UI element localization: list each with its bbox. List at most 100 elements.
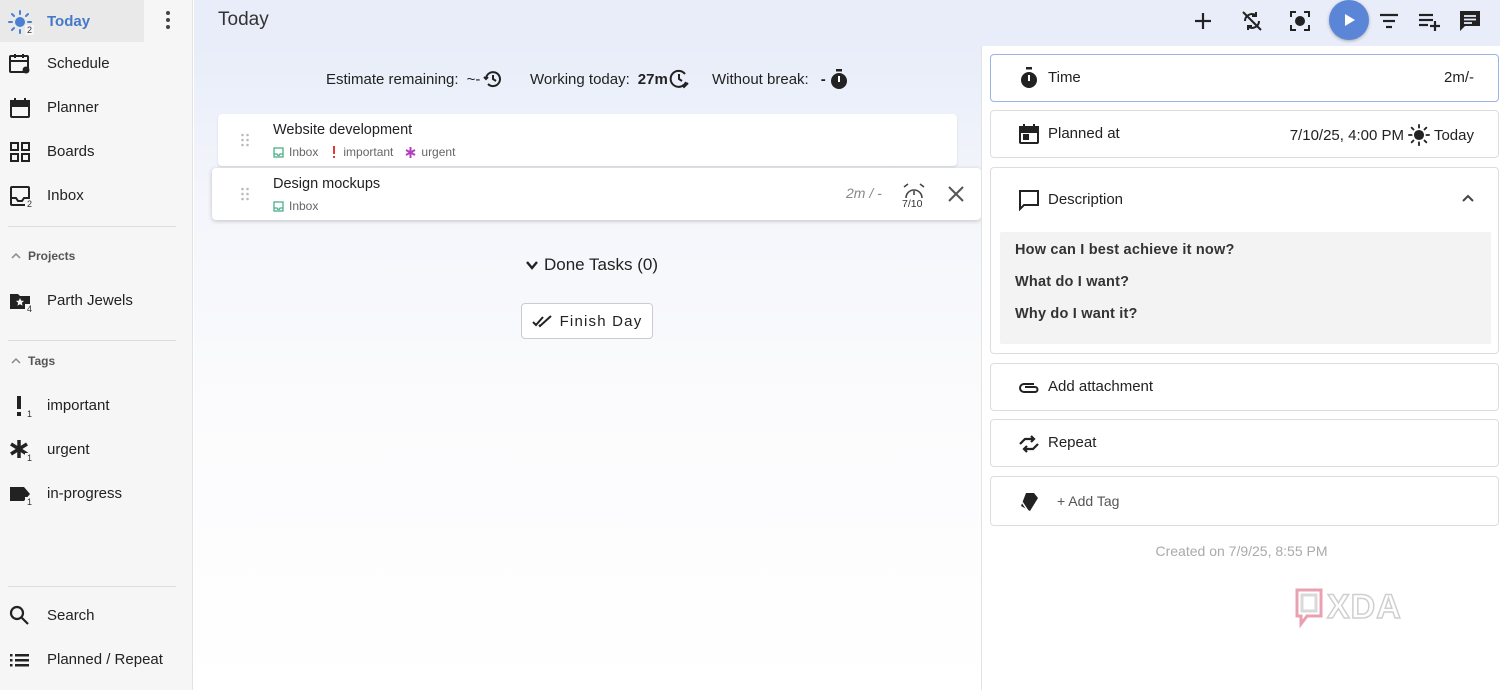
task-meta: Inbox important urgent [273, 145, 455, 159]
task-detail-panel: Time 2m/- Planned at 7/10/25, 4:00 PM To… [981, 46, 1500, 690]
sidebar-item-boards[interactable]: Boards [0, 130, 176, 172]
tags-heading[interactable]: Tags [10, 354, 55, 368]
stats-bar: Estimate remaining: ~- Working today: 27… [194, 68, 981, 92]
sidebar-item-label: urgent [47, 440, 90, 458]
history-icon [482, 68, 504, 90]
sidebar-item-planned-repeat[interactable]: Planned / Repeat [0, 638, 176, 680]
sidebar-item-tag-urgent[interactable]: 1 urgent [0, 428, 176, 470]
sidebar: 2 Today Schedule Planner Boards 2 Inbox … [0, 0, 193, 690]
task-row-website-development[interactable]: Website development Inbox important urge… [218, 114, 957, 166]
sidebar-item-tag-important[interactable]: 1 important [0, 384, 176, 426]
sidebar-item-label: Planned / Repeat [47, 650, 163, 668]
repeat-card[interactable]: Repeat [990, 419, 1499, 467]
description-label: Description [1048, 191, 1124, 208]
due-date-button[interactable]: 7/10 [901, 182, 927, 212]
sync-disabled-icon[interactable] [1239, 8, 1265, 34]
chevron-up-icon [10, 250, 22, 262]
divider [8, 586, 176, 587]
stat-label: Estimate remaining: [326, 70, 459, 88]
time-estimate[interactable]: 2m / - [846, 185, 882, 201]
sidebar-item-inbox[interactable]: 2 Inbox [0, 174, 176, 216]
play-icon [1340, 11, 1358, 29]
stat-value: 27m [637, 70, 668, 88]
stat-value: ~- [466, 70, 481, 88]
count-badge: 4 [25, 304, 35, 314]
stat-label: Working today: [530, 70, 630, 88]
tag-name: urgent [421, 145, 456, 159]
sidebar-item-planner[interactable]: Planner [0, 86, 176, 128]
task-list-area: Estimate remaining: ~- Working today: 27… [194, 46, 981, 690]
tag-chip-important[interactable]: important [330, 145, 393, 159]
sidebar-item-today[interactable]: 2 Today [0, 0, 144, 42]
sidebar-item-parth-jewels[interactable]: 4 Parth Jewels [0, 279, 176, 321]
repeat-icon [1017, 432, 1041, 456]
sidebar-item-label: important [47, 396, 110, 414]
exclamation-icon [330, 146, 338, 158]
drag-handle-icon[interactable] [240, 186, 250, 202]
done-tasks-toggle[interactable]: Done Tasks (0) [524, 255, 658, 275]
task-row-design-mockups[interactable]: Design mockups Inbox 2m / - 7/10 [212, 168, 981, 220]
search-icon [8, 604, 32, 628]
count-badge: 2 [25, 199, 35, 209]
play-button[interactable] [1329, 0, 1369, 40]
count-badge: 1 [25, 497, 35, 507]
chevron-up-icon[interactable] [1460, 190, 1476, 206]
sidebar-item-label: Boards [47, 142, 95, 160]
planned-at-label: Planned at [1048, 125, 1120, 142]
drag-handle-icon[interactable] [240, 132, 250, 148]
tag-chip-urgent[interactable]: urgent [405, 145, 455, 159]
finish-day-button[interactable]: Finish Day [521, 303, 653, 339]
time-value: 2m/- [1444, 69, 1474, 86]
add-tag-card[interactable]: + Add Tag [990, 476, 1499, 526]
section-label: Tags [28, 354, 56, 368]
top-bar: Today [194, 0, 1500, 46]
add-attachment-card[interactable]: Add attachment [990, 363, 1499, 411]
inbox-icon [273, 146, 284, 158]
attachment-icon [1017, 376, 1041, 400]
watermark-logo: XDA [1293, 584, 1443, 630]
more-vert-icon[interactable] [156, 8, 180, 32]
focus-icon[interactable] [1287, 8, 1313, 34]
description-card[interactable]: Description How can I best achieve it no… [990, 167, 1499, 354]
playlist-add-icon[interactable] [1416, 8, 1442, 34]
project-chip[interactable]: Inbox [273, 199, 318, 213]
project-chip[interactable]: Inbox [273, 145, 318, 159]
task-title[interactable]: Design mockups [273, 176, 380, 192]
planned-today-label: Today [1433, 126, 1474, 144]
sidebar-item-label: Parth Jewels [47, 291, 133, 309]
time-label: Time [1048, 69, 1081, 86]
project-name: Inbox [289, 199, 319, 213]
list-icon [8, 648, 32, 672]
inbox-icon [273, 200, 284, 212]
comment-icon[interactable] [1457, 8, 1483, 34]
sidebar-item-schedule[interactable]: Schedule [0, 42, 176, 84]
filter-icon[interactable] [1376, 8, 1402, 34]
schedule-icon [8, 52, 32, 76]
tags-icon [1017, 490, 1041, 514]
add-icon[interactable] [1190, 8, 1216, 34]
projects-heading[interactable]: Projects [10, 249, 75, 263]
planned-datetime: 7/10/25, 4:00 PM [1289, 126, 1404, 144]
count-badge: 1 [25, 409, 35, 419]
stat-value: - [820, 70, 826, 88]
double-check-icon [531, 314, 552, 328]
sidebar-item-tag-in-progress[interactable]: 1 in-progress [0, 472, 176, 514]
close-icon[interactable] [946, 184, 966, 204]
planned-at-card[interactable]: Planned at 7/10/25, 4:00 PM Today [990, 110, 1499, 158]
description-line: What do I want? [1015, 274, 1130, 290]
comment-outline-icon [1017, 188, 1041, 212]
sidebar-item-label: Search [47, 606, 95, 624]
sidebar-item-search[interactable]: Search [0, 594, 176, 636]
description-editor[interactable]: How can I best achieve it now? What do I… [1000, 232, 1491, 344]
clock-check-icon [668, 68, 690, 90]
time-card[interactable]: Time 2m/- [990, 54, 1499, 102]
due-date-label: 7/10 [902, 198, 923, 210]
stopwatch-icon [1017, 66, 1041, 90]
planned-at-value: 7/10/25, 4:00 PM Today [1290, 124, 1474, 146]
grid-icon [8, 140, 32, 164]
task-title[interactable]: Website development [273, 122, 412, 138]
finish-day-label: Finish Day [559, 312, 643, 330]
sidebar-item-label: Inbox [47, 186, 84, 204]
project-name: Inbox [289, 145, 319, 159]
chevron-up-icon [10, 355, 22, 367]
